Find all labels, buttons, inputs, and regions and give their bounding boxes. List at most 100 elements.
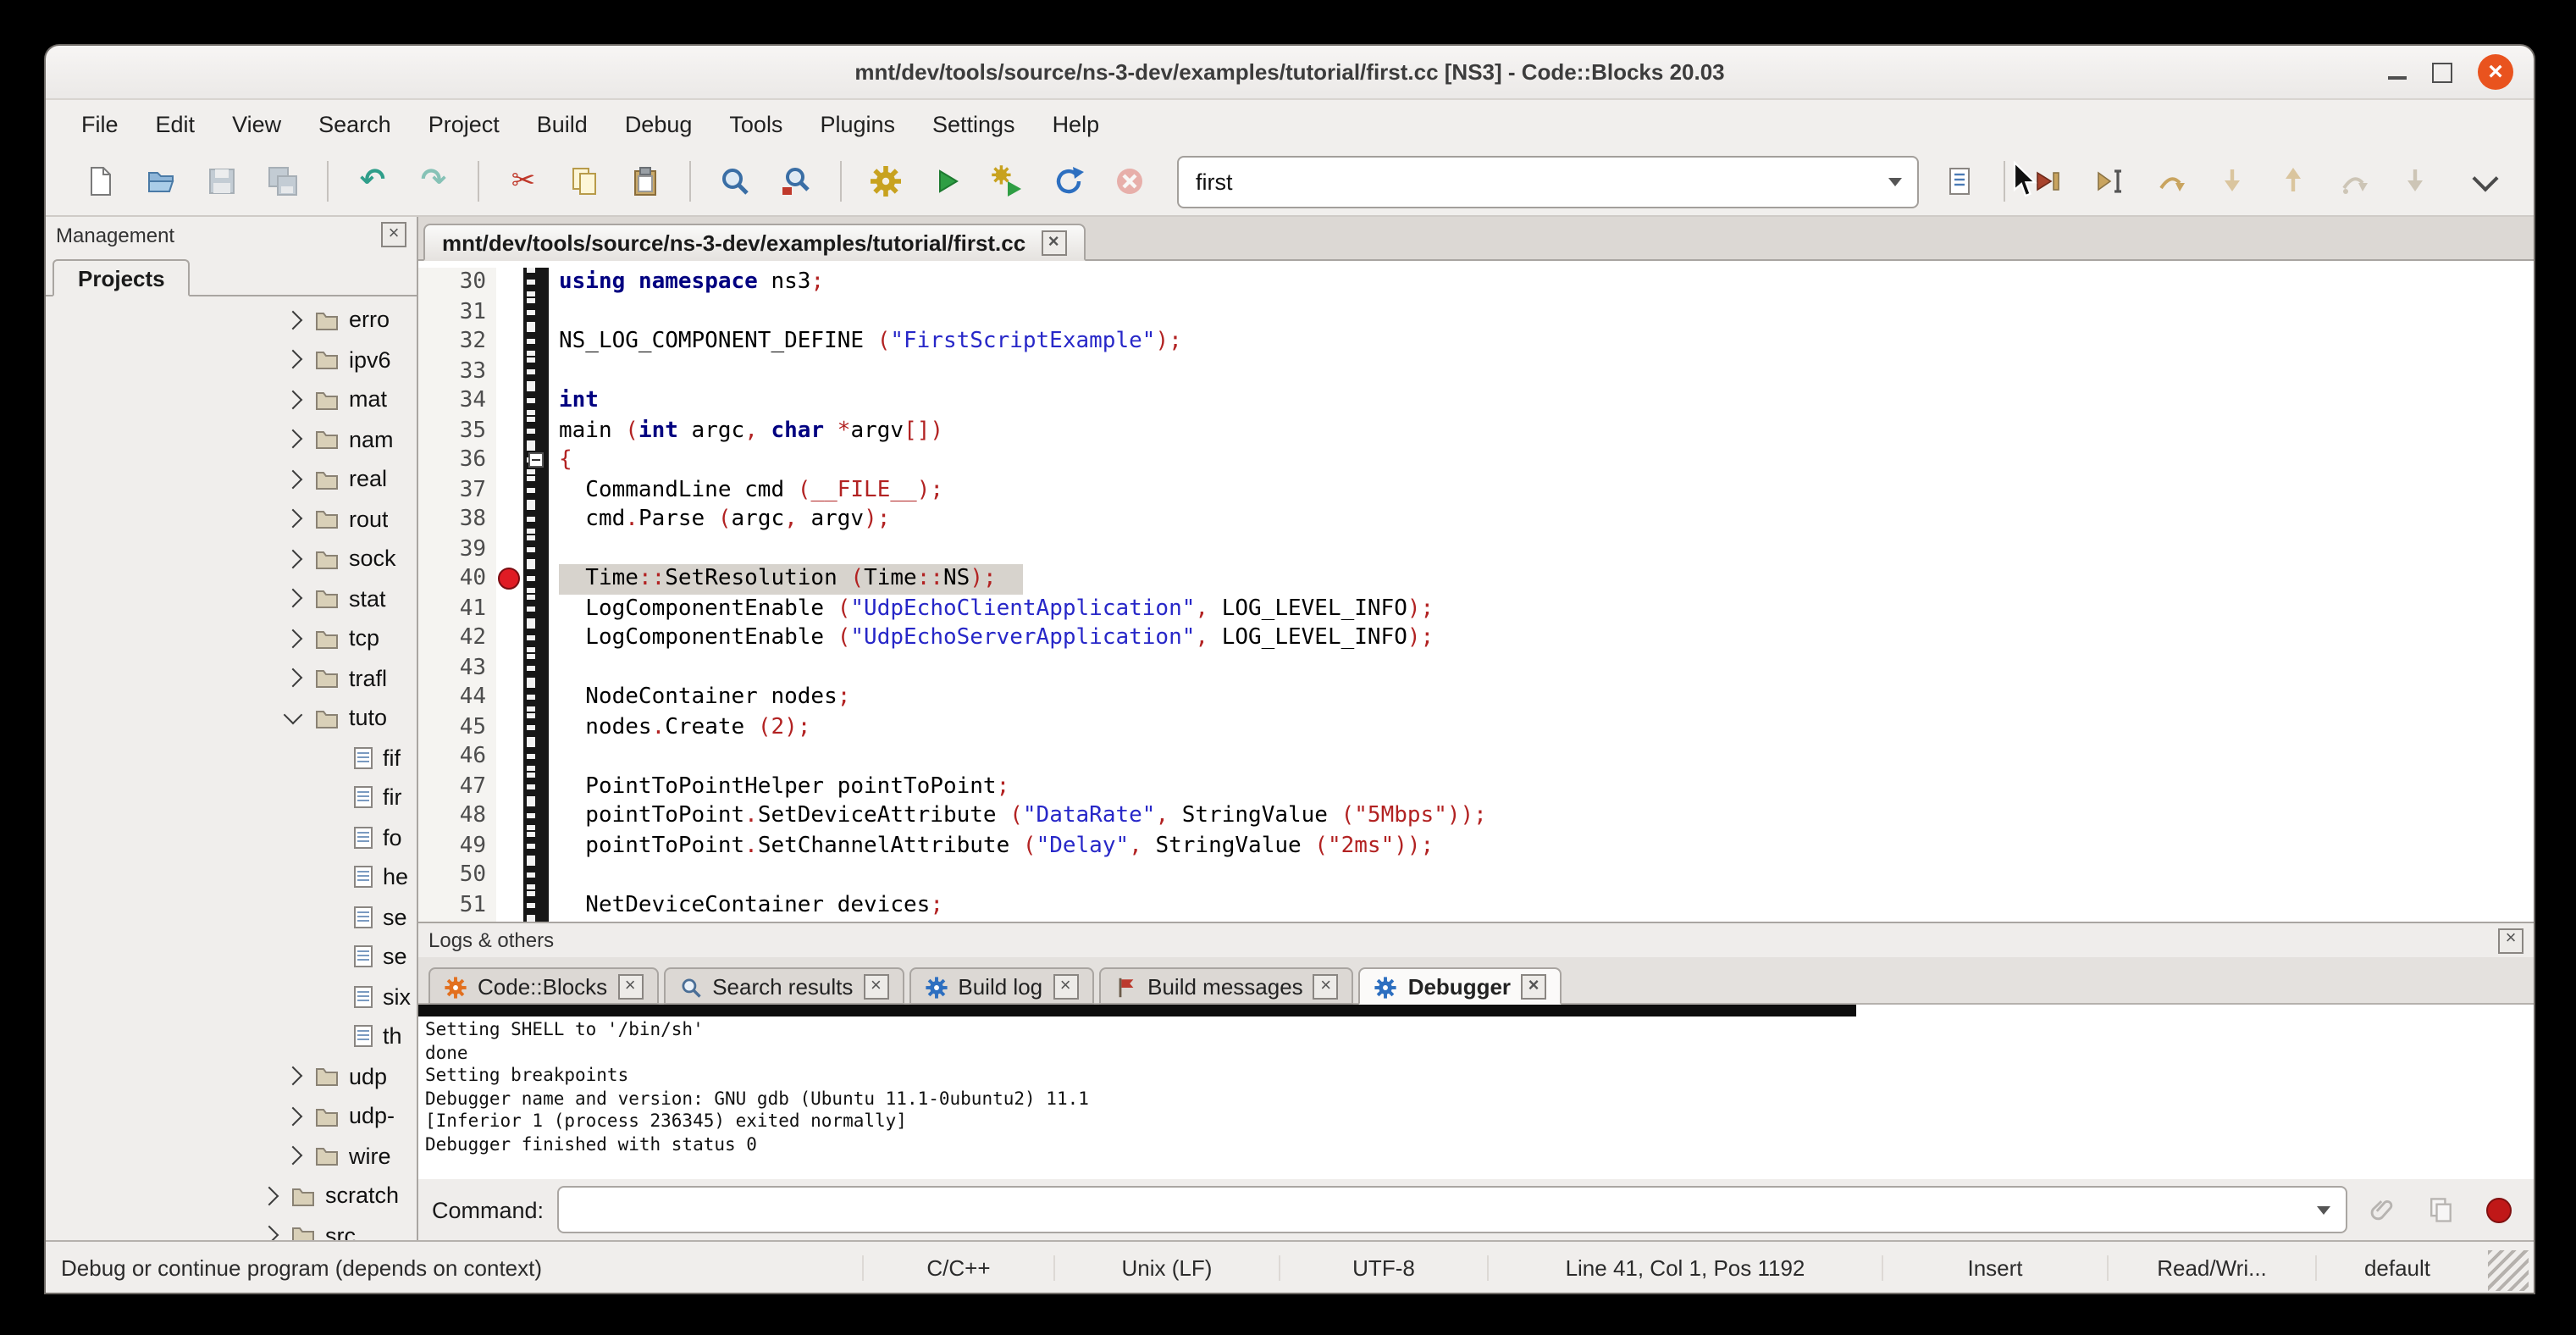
- code-line-33[interactable]: 33: [418, 357, 2534, 386]
- breakpoint-margin[interactable]: [496, 920, 523, 922]
- maximize-button[interactable]: [2432, 62, 2452, 82]
- breakpoint-margin[interactable]: [496, 297, 523, 327]
- search-combobox[interactable]: first: [1177, 155, 1919, 208]
- tree-item-fo[interactable]: fo: [46, 817, 417, 857]
- chevron-right-icon[interactable]: [284, 549, 303, 568]
- breakpoint-margin[interactable]: [496, 801, 523, 831]
- code-line-31[interactable]: 31: [418, 297, 2534, 327]
- copy-log-button[interactable]: [2418, 1188, 2463, 1232]
- tree-item-th[interactable]: th: [46, 1016, 417, 1056]
- tree-item-tcp[interactable]: tcp: [46, 618, 417, 658]
- copy-button[interactable]: [559, 156, 610, 207]
- minimize-button[interactable]: [2388, 75, 2407, 79]
- breakpoint-icon[interactable]: [498, 568, 520, 590]
- titlebar[interactable]: mnt/dev/tools/source/ns-3-dev/examples/t…: [46, 46, 2534, 100]
- breakpoint-margin[interactable]: [496, 505, 523, 535]
- code-line-47[interactable]: 47 PointToPointHelper pointToPoint;: [418, 772, 2534, 801]
- chevron-right-icon[interactable]: [284, 1066, 303, 1086]
- chevron-right-icon[interactable]: [284, 629, 303, 648]
- undo-button[interactable]: [347, 156, 398, 207]
- step-into-button[interactable]: [2207, 156, 2258, 207]
- breakpoint-margin[interactable]: [496, 772, 523, 801]
- menu-view[interactable]: View: [213, 104, 300, 143]
- code-line-40[interactable]: 40 Time::SetResolution (Time::NS);: [418, 564, 2534, 594]
- logs-tab-debugger[interactable]: Debugger: [1359, 967, 1562, 1005]
- save-button[interactable]: [196, 156, 247, 207]
- chevron-down-icon[interactable]: [1873, 157, 1917, 206]
- step-out-button[interactable]: [2268, 156, 2319, 207]
- close-button[interactable]: [2478, 54, 2513, 90]
- breakpoint-margin[interactable]: [496, 890, 523, 920]
- command-input[interactable]: [559, 1188, 2302, 1232]
- menu-help[interactable]: Help: [1034, 104, 1119, 143]
- breakpoint-margin[interactable]: [496, 831, 523, 861]
- debugger-log-view[interactable]: Setting SHELL to '/bin/sh'doneSetting br…: [418, 1005, 2534, 1179]
- breakpoint-margin[interactable]: [496, 564, 523, 594]
- chevron-right-icon[interactable]: [284, 1146, 303, 1166]
- tree-item-he[interactable]: he: [46, 857, 417, 897]
- run-to-cursor-button[interactable]: [2085, 156, 2136, 207]
- tree-item-fif[interactable]: fif: [46, 738, 417, 778]
- chevron-right-icon[interactable]: [284, 509, 303, 529]
- tree-item-trafl[interactable]: trafl: [46, 658, 417, 698]
- chevron-right-icon[interactable]: [284, 310, 303, 330]
- code-line-30[interactable]: 30using namespace ns3;: [418, 268, 2534, 297]
- code-line-51[interactable]: 51 NetDeviceContainer devices;: [418, 890, 2534, 920]
- chevron-right-icon[interactable]: [260, 1186, 279, 1205]
- code-line-34[interactable]: 34int: [418, 386, 2534, 416]
- tree-item-udp[interactable]: udp-: [46, 1096, 417, 1136]
- menu-plugins[interactable]: Plugins: [801, 104, 914, 143]
- abort-build-button[interactable]: [1104, 156, 1155, 207]
- resize-grip[interactable]: [2488, 1250, 2529, 1291]
- tab-close-icon[interactable]: [1313, 974, 1339, 1000]
- code-line-43[interactable]: 43: [418, 653, 2534, 683]
- breakpoint-margin[interactable]: [496, 446, 523, 475]
- tab-close-icon[interactable]: [1053, 974, 1078, 1000]
- breakpoint-margin[interactable]: [496, 742, 523, 772]
- tree-item-wire[interactable]: wire: [46, 1136, 417, 1176]
- code-line-45[interactable]: 45 nodes.Create (2);: [418, 712, 2534, 742]
- breakpoint-margin[interactable]: [496, 683, 523, 712]
- menu-file[interactable]: File: [63, 104, 137, 143]
- logs-tab-search-results[interactable]: Search results: [663, 967, 904, 1005]
- logs-tab-build-log[interactable]: Build log: [909, 967, 1093, 1005]
- code-line-48[interactable]: 48 pointToPoint.SetDeviceAttribute ("Dat…: [418, 801, 2534, 831]
- breakpoint-margin[interactable]: [496, 712, 523, 742]
- stop-debugger-button[interactable]: [2476, 1188, 2520, 1232]
- menu-search[interactable]: Search: [300, 104, 410, 143]
- tree-item-fir[interactable]: fir: [46, 778, 417, 817]
- code-line-41[interactable]: 41 LogComponentEnable ("UdpEchoClientApp…: [418, 594, 2534, 623]
- script-options-button[interactable]: [1934, 156, 1985, 207]
- code-line-46[interactable]: 46: [418, 742, 2534, 772]
- tree-item-ipv6[interactable]: ipv6: [46, 340, 417, 379]
- tree-item-erro[interactable]: erro: [46, 300, 417, 340]
- code-line-50[interactable]: 50: [418, 861, 2534, 890]
- tab-close-icon[interactable]: [1521, 974, 1546, 1000]
- tree-item-real[interactable]: real: [46, 459, 417, 499]
- breakpoint-margin[interactable]: [496, 594, 523, 623]
- save-all-button[interactable]: [257, 156, 308, 207]
- attach-button[interactable]: [2361, 1188, 2405, 1232]
- cut-button[interactable]: [498, 156, 549, 207]
- breakpoint-margin[interactable]: [496, 861, 523, 890]
- redo-button[interactable]: [408, 156, 459, 207]
- breakpoint-margin[interactable]: [496, 623, 523, 653]
- tree-item-src[interactable]: src: [46, 1216, 417, 1240]
- tree-item-tuto[interactable]: tuto: [46, 698, 417, 738]
- tree-item-scratch[interactable]: scratch: [46, 1176, 417, 1216]
- tab-close-icon[interactable]: [1041, 230, 1066, 256]
- chevron-right-icon[interactable]: [284, 390, 303, 409]
- menu-build[interactable]: Build: [518, 104, 606, 143]
- chevron-down-icon[interactable]: [284, 706, 303, 725]
- chevron-right-icon[interactable]: [284, 1106, 303, 1126]
- open-file-button[interactable]: [135, 156, 186, 207]
- breakpoint-margin[interactable]: [496, 386, 523, 416]
- chevron-down-icon[interactable]: [2302, 1188, 2346, 1232]
- chevron-right-icon[interactable]: [284, 350, 303, 369]
- logs-tab-code-blocks[interactable]: Code::Blocks: [428, 967, 658, 1005]
- chevron-right-icon[interactable]: [284, 668, 303, 688]
- replace-button[interactable]: [771, 156, 821, 207]
- new-file-button[interactable]: [75, 156, 125, 207]
- step-into-instruction-button[interactable]: [2390, 156, 2441, 207]
- tree-item-se[interactable]: se: [46, 897, 417, 937]
